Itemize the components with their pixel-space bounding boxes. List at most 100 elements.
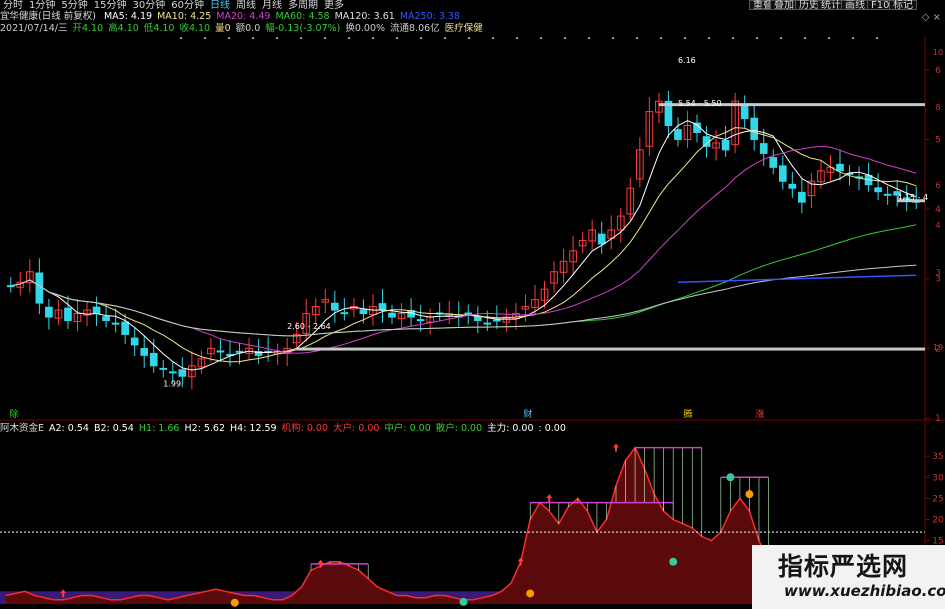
quote-field: 低4.10 — [143, 23, 175, 34]
candle-body — [483, 322, 492, 325]
candle-body — [473, 316, 482, 322]
indicator-value: 阿木资金E — [0, 423, 45, 434]
indicator-value: H1: 1.66 — [138, 423, 180, 434]
timeframe-tab[interactable]: 周线 — [233, 0, 259, 11]
signal-dot — [276, 37, 278, 39]
ma-value: MA120: 3.61 — [334, 11, 395, 22]
candle-body — [778, 165, 787, 182]
indicator-value: : 0.00 — [538, 423, 566, 434]
candle-body — [140, 348, 149, 356]
signal-dot — [180, 37, 182, 39]
indicator-value: H4: 12.59 — [230, 423, 277, 434]
indicator-value: B2: 0.54 — [93, 423, 134, 434]
timeframe-tab[interactable]: 30分钟 — [129, 0, 168, 11]
timeframe-tab[interactable]: 多周期 — [285, 0, 321, 11]
signal-dot — [300, 37, 302, 39]
right-value-label: 4 — [935, 221, 940, 230]
signal-dot — [420, 37, 422, 39]
candle-body — [883, 193, 892, 196]
indicator-value: 中户: 0.00 — [384, 423, 431, 434]
quote-field: 幅-0.13(-3.07%) — [265, 23, 341, 34]
timeframe-tab[interactable]: 1分钟 — [26, 0, 58, 11]
annotation-label: 2.60 - 2.64 — [287, 322, 331, 331]
timeframe-tab[interactable]: 更多 — [321, 0, 347, 11]
signal-dot — [468, 37, 470, 39]
candle-body — [464, 312, 473, 315]
ma250-line — [677, 274, 917, 283]
indicator-tick-label: 35 — [932, 452, 943, 462]
candle-body — [111, 322, 120, 325]
signal-dot — [372, 37, 374, 39]
signal-dot — [780, 37, 782, 39]
right-value-label: 10 — [933, 48, 943, 57]
signal-dot — [348, 37, 350, 39]
candle-body — [178, 369, 187, 377]
candle-body — [388, 312, 396, 318]
indicator-value: H2: 5.62 — [184, 423, 225, 434]
indicator-value: 机构: 0.00 — [281, 423, 328, 434]
quote-field: 收4.10 — [179, 23, 211, 34]
indicator-value: 主力: 0.00 — [487, 423, 534, 434]
candle-body — [798, 191, 806, 203]
signal-dot — [612, 37, 614, 39]
timeframe-tab[interactable]: 分时 — [0, 0, 26, 11]
toolbar-button[interactable]: 画线 — [841, 0, 869, 11]
toolbar-button[interactable]: 叠加 — [770, 0, 798, 11]
quote-field: 流通8.06亿 — [390, 23, 440, 34]
signal-dot — [396, 37, 398, 39]
price-tick-label: 1 — [935, 414, 941, 424]
candle-body — [769, 157, 778, 168]
signal-dot — [732, 37, 734, 39]
ma-value: MA250: 3.38 — [399, 11, 461, 22]
candle-body — [159, 367, 168, 370]
price-tick-label: 4 — [935, 205, 941, 215]
ma-line — [10, 120, 917, 371]
candle-body — [64, 307, 72, 322]
signal-dot — [708, 37, 710, 39]
ma-value: MA60: 4.58 — [275, 11, 330, 22]
annotation-label: 5.54 - 5.50 — [678, 99, 722, 108]
ma-header: 宜华健康(日线 前复权) MA5: 4.19 MA10: 4.25 MA20: 4.… — [0, 11, 465, 23]
signal-dot — [252, 37, 254, 39]
candle-body — [416, 319, 425, 322]
candle-body — [359, 309, 368, 315]
timeframe-tab[interactable]: 日线 — [207, 0, 233, 11]
toolbar-button[interactable]: 标记 — [889, 0, 917, 11]
candle-body — [35, 272, 44, 304]
quote-field: 高4.10 — [108, 23, 139, 34]
indicator-value: 散户: 0.00 — [435, 423, 483, 434]
quote-field: 2021/07/14/三 — [0, 23, 68, 34]
indicator-value: A2: 0.54 — [49, 423, 89, 434]
timeframe-tab[interactable]: 15分钟 — [91, 0, 130, 11]
quote-field: 量0 — [215, 23, 231, 34]
candle-body — [740, 105, 749, 120]
candle-body — [788, 183, 797, 189]
window-icons[interactable]: ◇ × — [922, 12, 941, 23]
price-tick-label: 6 — [935, 66, 941, 76]
signal-dot — [660, 37, 662, 39]
signal-dot — [492, 37, 494, 39]
timeframe-tab[interactable]: 5分钟 — [58, 0, 90, 11]
ma-value: MA10: 4.25 — [157, 11, 212, 22]
quote-header: 2021/07/14/三 开4.10 高4.10 低4.10 收4.10 量0 额0.0 幅-… — [0, 23, 488, 35]
timeframe-tab[interactable]: 60分钟 — [168, 0, 207, 11]
signal-badge-icon — [669, 557, 678, 566]
signal-dot — [804, 37, 806, 39]
stock-chart[interactable]: 654321108643196.165.54 - 5.504.15 - 42.6… — [0, 0, 945, 609]
candle-body — [102, 316, 110, 322]
signal-dot — [204, 37, 206, 39]
ma-value: MA20: 4.49 — [216, 11, 271, 22]
candle-body — [750, 117, 759, 140]
signal-dot — [444, 37, 446, 39]
timeframe-tab[interactable]: 月线 — [259, 0, 285, 11]
event-marker: 涨 — [755, 409, 764, 420]
signal-badge-icon — [526, 589, 535, 598]
event-marker: 财 — [523, 408, 532, 420]
candle-body — [340, 312, 349, 315]
signal-dot — [852, 37, 854, 39]
signal-dot — [324, 37, 326, 39]
candle-body — [597, 233, 606, 245]
candle-body — [168, 371, 177, 374]
signal-badge-icon — [726, 473, 735, 482]
ma-value: MA5: 4.19 — [103, 11, 153, 22]
